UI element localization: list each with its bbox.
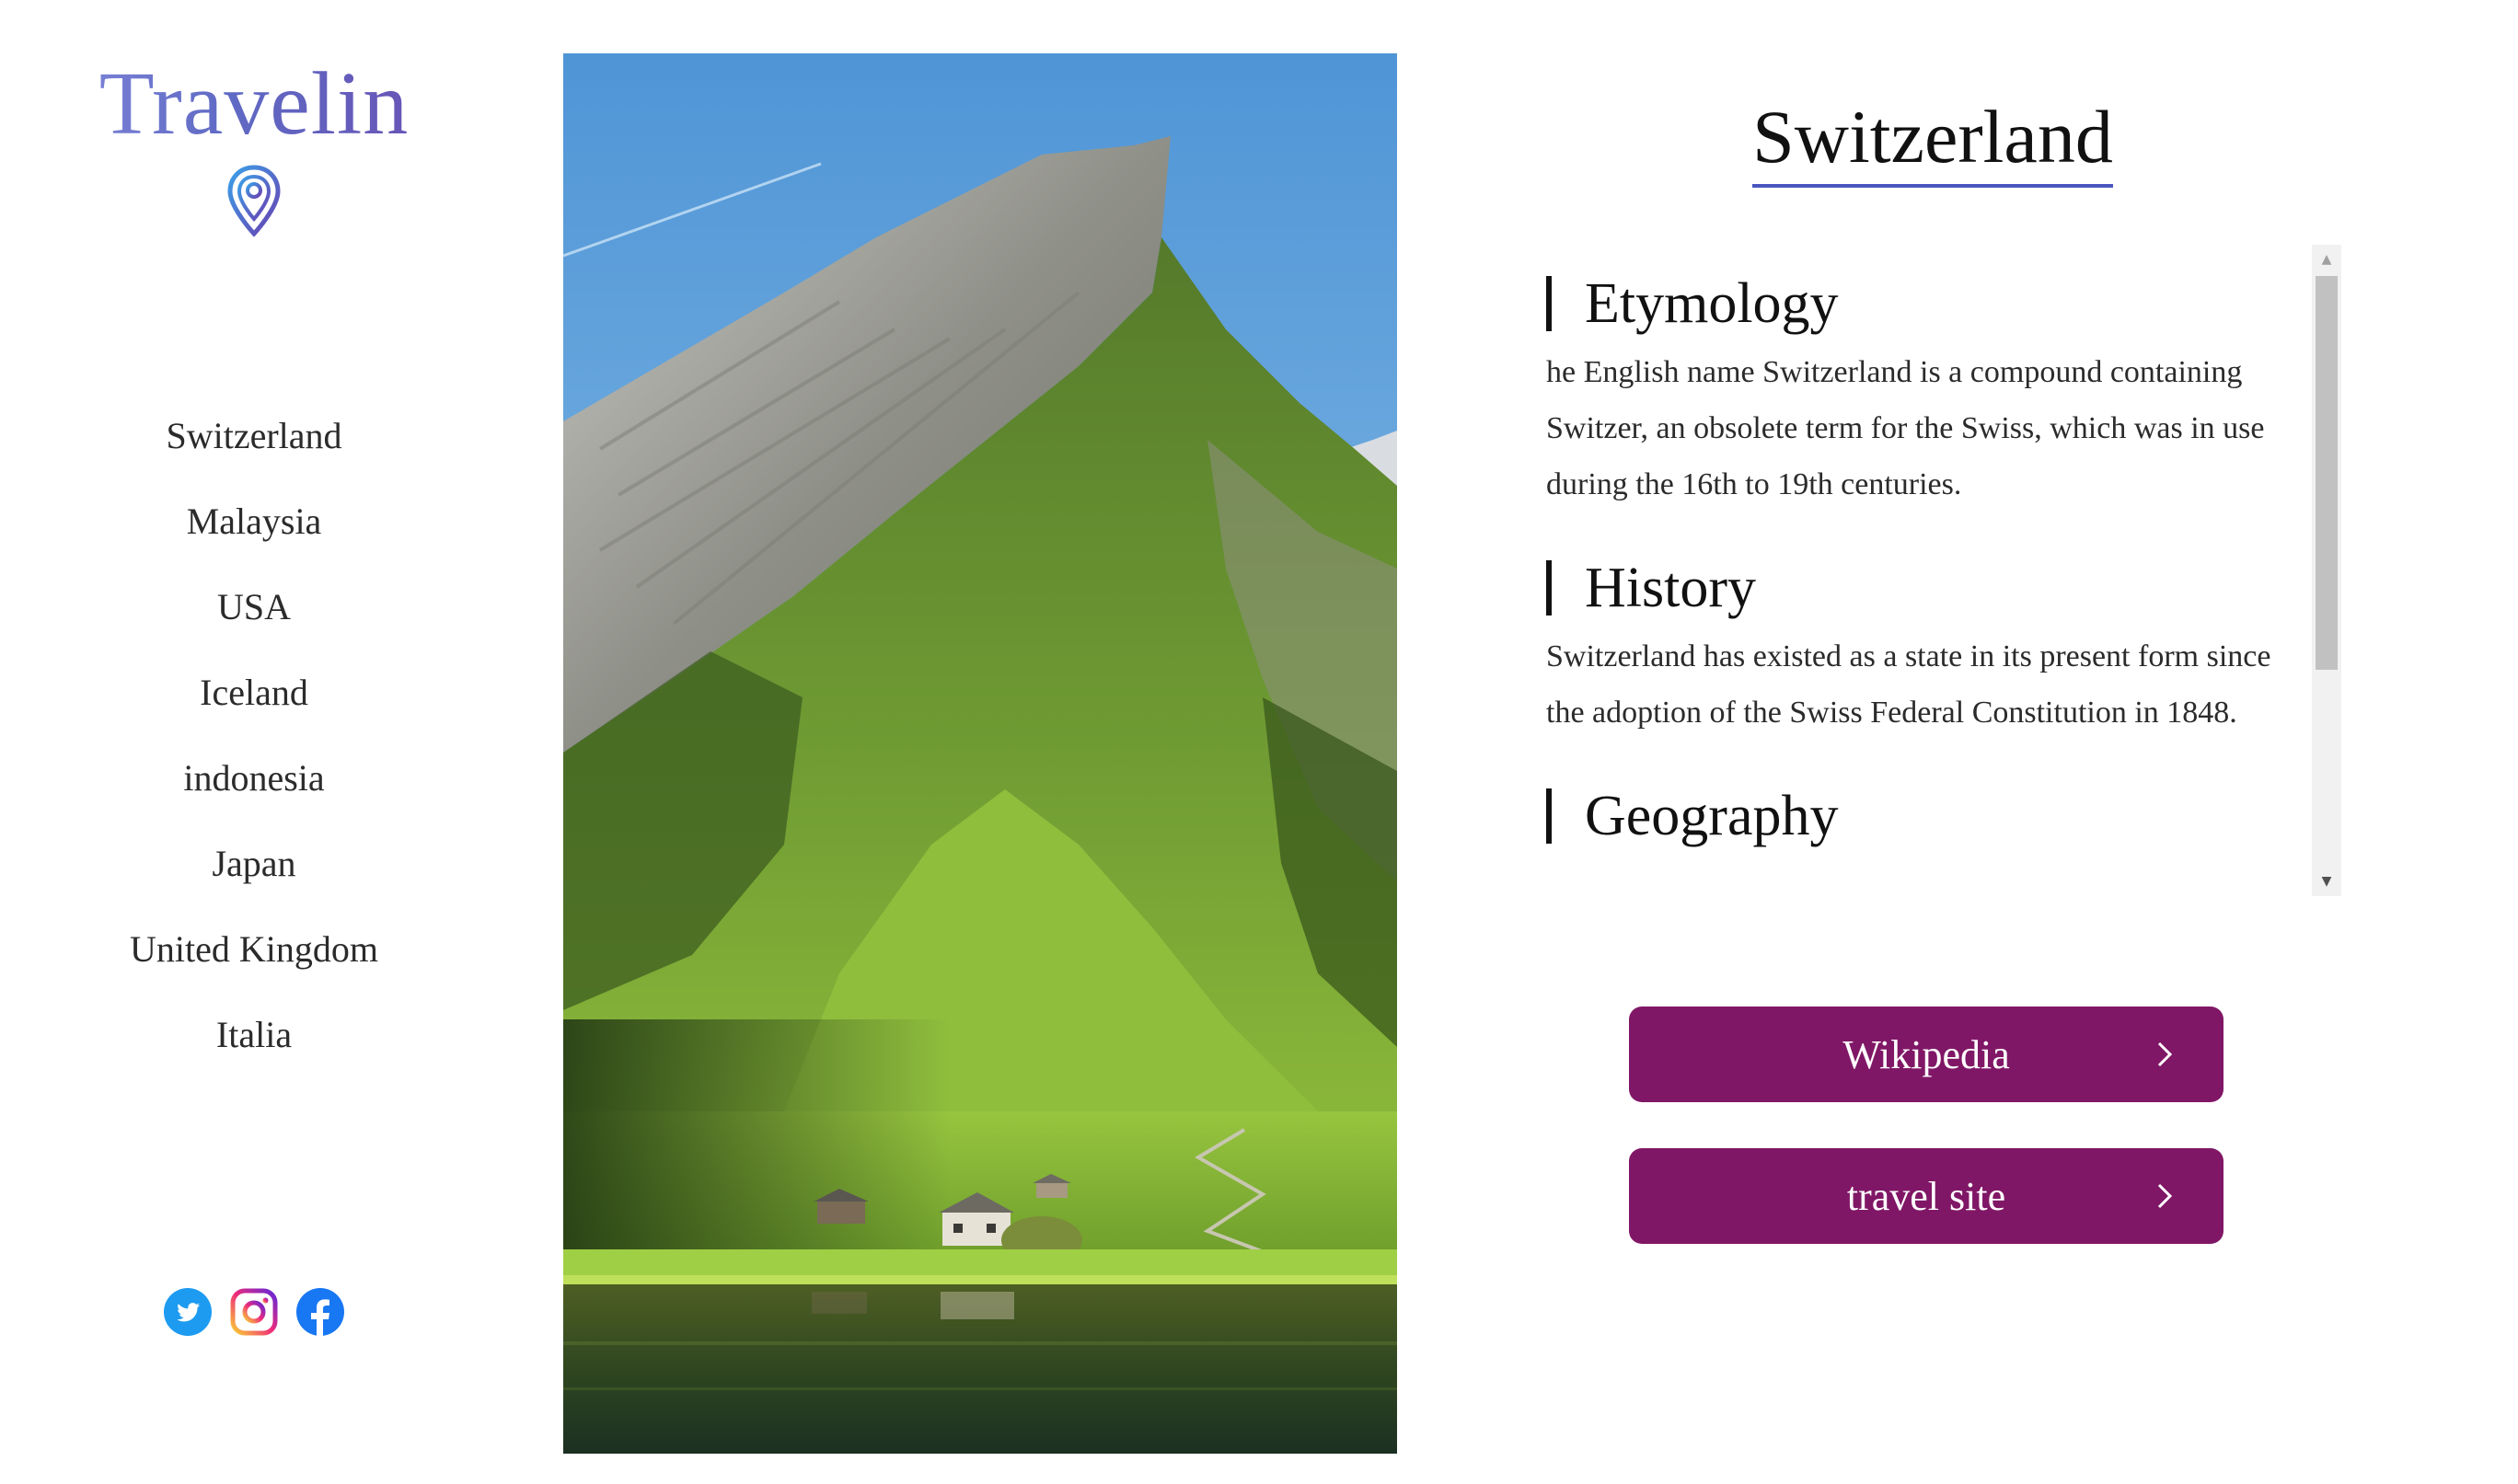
twitter-icon[interactable] — [164, 1288, 212, 1336]
section-body: Switzerland has existed as a state in it… — [1546, 639, 2271, 730]
chevron-right-icon — [2157, 1183, 2173, 1209]
article-scroll-area[interactable]: Etymology he English name Switzerland is… — [1546, 245, 2343, 896]
nav-item-iceland[interactable]: Iceland — [0, 660, 508, 745]
section-etymology: Etymology he English name Switzerland is… — [1546, 275, 2306, 512]
facebook-icon[interactable] — [296, 1288, 344, 1336]
chevron-right-icon — [2157, 1041, 2173, 1067]
article-scrollbar[interactable]: ▲ ▼ — [2312, 245, 2341, 896]
page-title: Switzerland — [1546, 92, 2319, 189]
wikipedia-button[interactable]: Wikipedia — [1629, 1007, 2223, 1102]
nav-item-usa[interactable]: USA — [0, 574, 508, 660]
nav-item-indonesia[interactable]: indonesia — [0, 745, 508, 831]
nav-item-italia[interactable]: Italia — [0, 1002, 508, 1087]
section-body: he English name Switzerland is a compoun… — [1546, 355, 2265, 501]
nav-item-japan[interactable]: Japan — [0, 831, 508, 916]
social-links — [164, 1288, 344, 1336]
article-content: Etymology he English name Switzerland is… — [1546, 245, 2306, 896]
mountain-lake-image — [563, 53, 1397, 1454]
section-heading: Geography — [1546, 788, 2306, 845]
hero-photo — [563, 53, 1397, 1454]
scroll-up-arrow-icon[interactable]: ▲ — [2312, 245, 2341, 274]
travel-site-button[interactable]: travel site — [1629, 1148, 2223, 1244]
wikipedia-button-label: Wikipedia — [1842, 1031, 2010, 1077]
section-heading: History — [1546, 559, 2306, 616]
scroll-down-arrow-icon[interactable]: ▼ — [2312, 867, 2341, 896]
location-pin-icon — [226, 164, 282, 237]
section-geography: Geography — [1546, 788, 2306, 845]
country-nav: Switzerland Malaysia USA Iceland indones… — [0, 403, 508, 1087]
nav-item-malaysia[interactable]: Malaysia — [0, 489, 508, 574]
nav-item-united-kingdom[interactable]: United Kingdom — [0, 916, 508, 1002]
brand-logo[interactable]: Travelin — [0, 59, 508, 149]
section-heading: Etymology — [1546, 275, 2306, 332]
section-history: History Switzerland has existed as a sta… — [1546, 559, 2306, 741]
scrollbar-thumb[interactable] — [2316, 276, 2338, 670]
travel-site-button-label: travel site — [1846, 1173, 2006, 1219]
nav-item-switzerland[interactable]: Switzerland — [0, 403, 508, 489]
sidebar: Travelin Switzerland Malaysia USA Icelan… — [0, 0, 508, 1484]
instagram-icon[interactable] — [230, 1288, 278, 1336]
page-title-text: Switzerland — [1752, 92, 2113, 189]
